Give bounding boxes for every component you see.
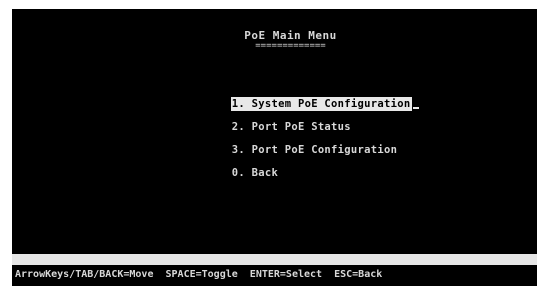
menu-item-system-poe-configuration[interactable]: 1. System PoE Configuration: [191, 83, 419, 111]
menu-item-label: 1. System PoE Configuration: [230, 97, 412, 111]
status-bar: [12, 254, 537, 265]
poe-main-menu: 1. System PoE Configuration 2. Port PoE …: [191, 83, 419, 179]
key-help-text: ArrowKeys/TAB/BACK=Move SPACE=Toggle ENT…: [15, 269, 383, 280]
terminal-screen: PoE Main Menu ============= 1. System Po…: [12, 9, 537, 286]
menu-item-label: 2. Port PoE Status: [231, 121, 351, 133]
menu-item-label: 0. Back: [231, 167, 279, 179]
text-cursor: [412, 107, 419, 109]
menu-item-label: 3. Port PoE Configuration: [231, 144, 398, 156]
title-underline: =============: [255, 41, 326, 51]
